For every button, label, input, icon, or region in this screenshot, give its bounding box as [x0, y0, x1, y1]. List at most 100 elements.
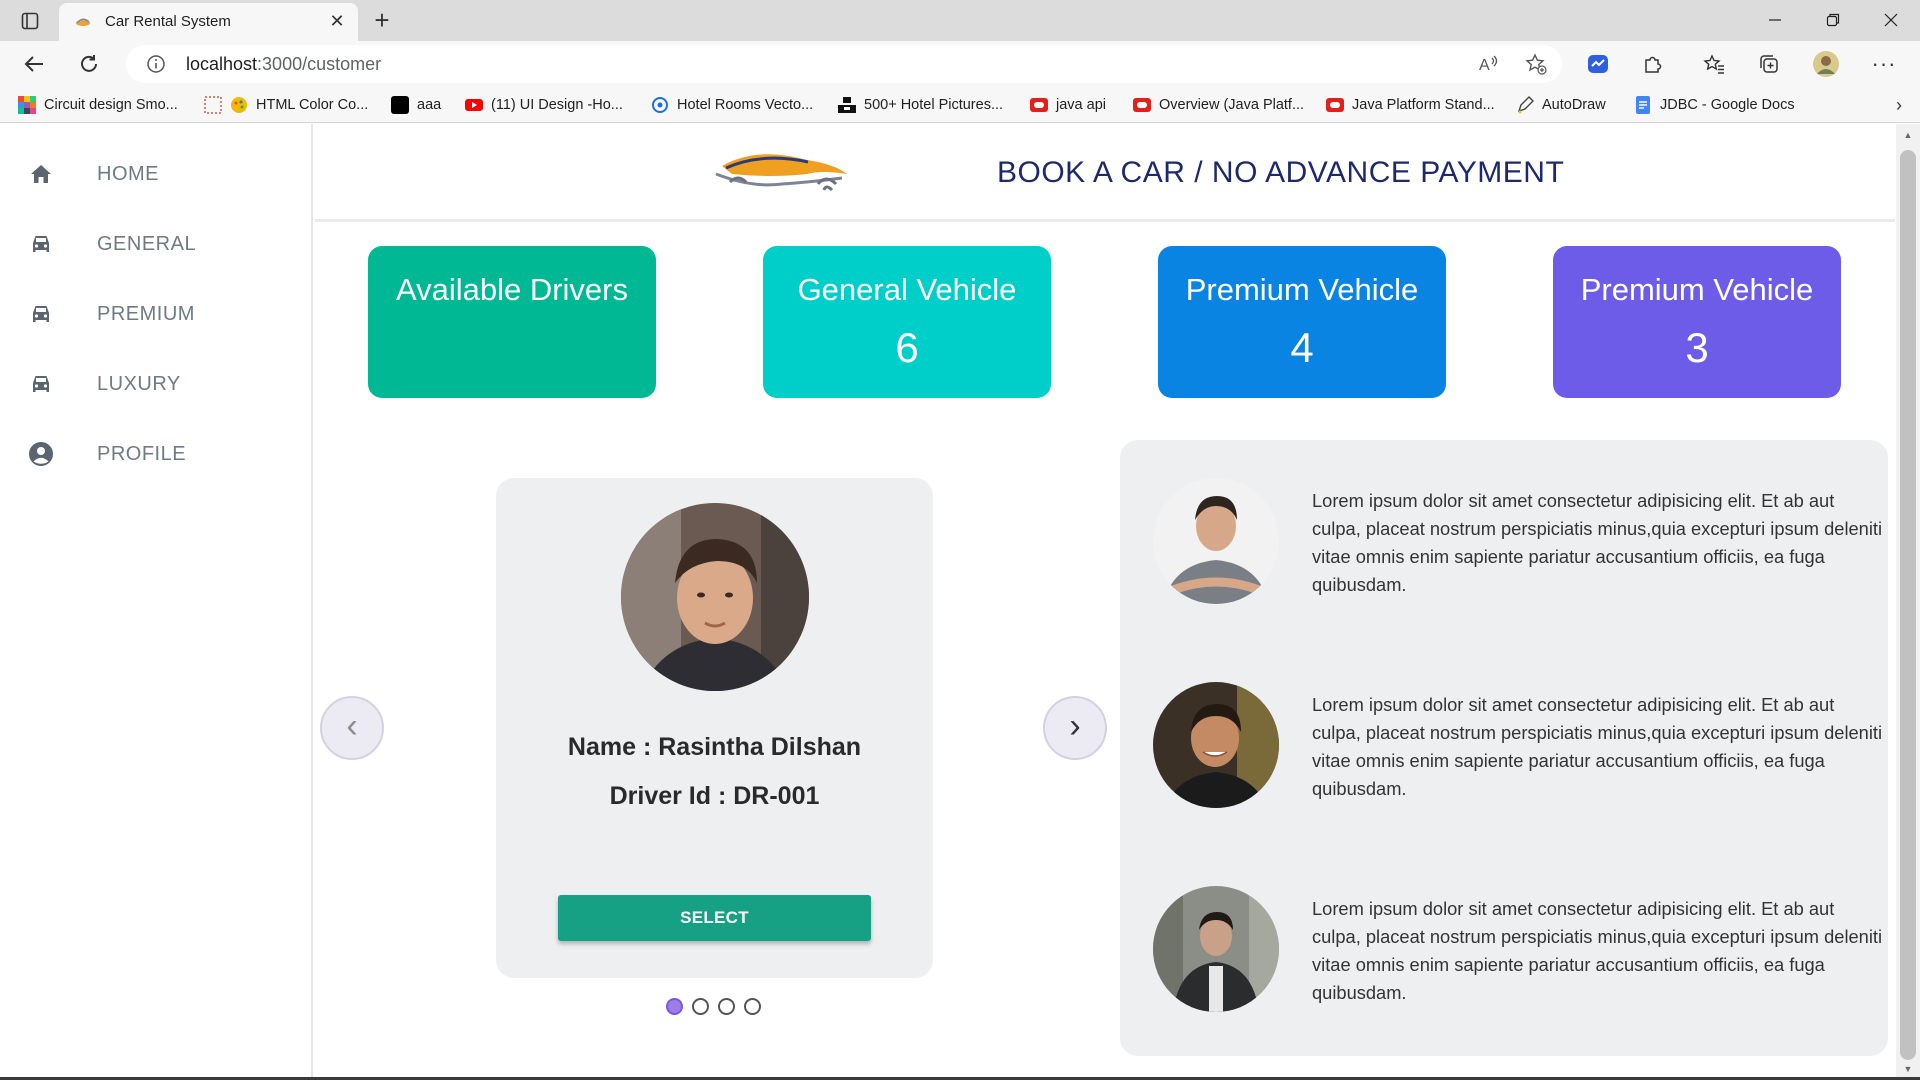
bookmark-item[interactable]: Hotel Rooms Vecto...	[651, 94, 813, 116]
url-text[interactable]: localhost:3000/customer	[186, 54, 381, 75]
collections-button[interactable]	[1753, 48, 1785, 80]
stat-title: Premium Vehicle	[1185, 272, 1419, 307]
scrollbar-thumb[interactable]	[1900, 150, 1916, 1060]
address-bar[interactable]: localhost:3000/customer A	[126, 45, 1562, 83]
bookmark-label: JDBC - Google Docs	[1660, 97, 1795, 113]
svg-text:A: A	[1479, 57, 1490, 74]
stat-card-available-drivers: Available Drivers	[368, 246, 656, 398]
stat-title: General Vehicle	[797, 272, 1017, 307]
add-favorite-icon[interactable]	[1524, 52, 1548, 76]
bookmark-item[interactable]: Circuit design Smo...	[18, 94, 178, 116]
sidebar-item-label: LUXURY	[97, 372, 181, 395]
sidebar-item-home[interactable]: HOME	[0, 144, 312, 204]
new-tab-button[interactable]: +	[368, 5, 396, 35]
palette-icon	[231, 97, 247, 113]
oracle-icon	[1326, 98, 1344, 112]
testimonial-item: Lorem ipsum dolor sit amet consectetur a…	[1153, 682, 1882, 812]
close-window-button[interactable]	[1862, 0, 1920, 40]
driver-name: Name : Rasintha Dilshan	[567, 733, 862, 761]
car-icon	[33, 306, 49, 322]
browser-tab-active[interactable]: Car Rental System ✕	[59, 3, 358, 41]
page-header: BOOK A CAR / NO ADVANCE PAYMENT	[315, 124, 1895, 222]
oracle-icon	[1030, 98, 1048, 112]
profile-avatar-button[interactable]	[1810, 48, 1842, 80]
bookmark-item[interactable]: 500+ Hotel Pictures...	[838, 94, 1003, 116]
tab-close-icon[interactable]: ✕	[326, 10, 348, 32]
stat-card-premium-vehicle-2: Premium Vehicle 3	[1553, 246, 1841, 398]
more-menu-button[interactable]: ···	[1868, 48, 1900, 80]
bookmarks-bar: Circuit design Smo... HTML Color Co... a…	[0, 87, 1920, 123]
stat-title: Premium Vehicle	[1580, 272, 1814, 307]
carousel-next-button[interactable]: ›	[1043, 696, 1107, 760]
bookmark-item[interactable]: aaa	[391, 94, 441, 116]
car-favicon-icon	[76, 18, 90, 26]
car-logo-icon	[715, 154, 847, 192]
favorites-icon	[1703, 54, 1724, 74]
tab-actions-icon	[21, 12, 39, 30]
unsplash-icon	[838, 97, 856, 113]
browser-tab-strip: Car Rental System ✕ +	[0, 0, 1920, 41]
sidebar-item-general[interactable]: GENERAL	[0, 214, 312, 274]
sidebar-item-premium[interactable]: PREMIUM	[0, 284, 312, 344]
bookmark-label: Circuit design Smo...	[44, 97, 178, 113]
tab-actions-button[interactable]	[14, 8, 46, 34]
page-scrollbar[interactable]: ▲ ▼	[1896, 124, 1920, 1080]
sidebar-item-label: PREMIUM	[97, 302, 195, 325]
minimize-button[interactable]	[1746, 0, 1804, 40]
bookmark-label: Hotel Rooms Vecto...	[677, 97, 814, 113]
bookmarks-overflow-chevron-icon[interactable]: ›	[1896, 95, 1902, 116]
select-driver-button[interactable]: SELECT	[558, 895, 871, 941]
testimonial-avatar	[1153, 886, 1279, 1012]
bookmark-item[interactable]: Java Platform Stand...	[1326, 94, 1495, 116]
reload-button[interactable]	[73, 48, 105, 80]
testimonial-text: Lorem ipsum dolor sit amet consectetur a…	[1312, 490, 1883, 595]
scroll-up-arrow-icon[interactable]: ▲	[1902, 130, 1914, 140]
bookmark-item[interactable]: (11) UI Design -Ho...	[465, 94, 623, 116]
bookmark-label: (11) UI Design -Ho...	[491, 97, 623, 113]
read-aloud-icon[interactable]: A	[1478, 52, 1502, 76]
bookmark-item[interactable]: AutoDraw	[1516, 94, 1606, 116]
carousel-dot[interactable]	[666, 998, 683, 1015]
chevron-right-icon: ›	[1069, 706, 1081, 745]
oracle-icon	[1133, 98, 1151, 112]
testimonial-avatar	[1153, 682, 1279, 808]
extensions-button[interactable]	[1637, 48, 1669, 80]
puzzle-icon	[1645, 56, 1662, 73]
stat-value: 4	[1290, 324, 1314, 371]
restore-button[interactable]	[1804, 0, 1862, 40]
tab-title: Car Rental System	[105, 13, 231, 30]
carousel-dots	[666, 998, 761, 1015]
carousel-dot[interactable]	[744, 998, 761, 1015]
restore-icon	[1826, 13, 1840, 27]
bookmark-label: HTML Color Co...	[256, 97, 369, 113]
site-info-icon[interactable]	[146, 54, 166, 74]
back-button[interactable]	[18, 48, 50, 80]
car-icon	[33, 236, 49, 252]
sidebar-item-label: PROFILE	[97, 442, 187, 465]
carousel-prev-button[interactable]: ‹	[320, 696, 384, 760]
sidebar-item-profile[interactable]: PROFILE	[0, 424, 312, 484]
bookmark-label: Overview (Java Platf...	[1159, 97, 1305, 113]
testimonial-item: Lorem ipsum dolor sit amet consectetur a…	[1153, 886, 1882, 1016]
home-icon	[31, 165, 51, 183]
carousel-dot[interactable]	[692, 998, 709, 1015]
driver-card: Name : Rasintha Dilshan Driver Id : DR-0…	[496, 478, 933, 978]
extension-button[interactable]	[1582, 48, 1614, 80]
bookmark-label: java api	[1056, 97, 1106, 113]
bookmark-item[interactable]: Overview (Java Platf...	[1133, 94, 1304, 116]
sidebar-item-label: HOME	[97, 162, 159, 185]
stat-value: 3	[1685, 324, 1709, 371]
stat-title: Available Drivers	[395, 272, 628, 307]
bookmark-item[interactable]: java api	[1030, 94, 1106, 116]
bookmark-item[interactable]: JDBC - Google Docs	[1634, 94, 1795, 116]
more-dots-icon: ···	[1871, 51, 1897, 76]
bookmark-item[interactable]: HTML Color Co...	[204, 94, 368, 116]
testimonials-panel: Lorem ipsum dolor sit amet consectetur a…	[1120, 440, 1888, 1056]
carousel-dot[interactable]	[718, 998, 735, 1015]
stat-card-general-vehicle: General Vehicle 6	[763, 246, 1051, 398]
sidebar: HOME GENERAL PREMIUM LUXURY PROFILE	[0, 124, 313, 1080]
pencil-icon	[1517, 96, 1534, 114]
scroll-down-arrow-icon[interactable]: ▼	[1902, 1064, 1914, 1074]
favorites-button[interactable]	[1698, 48, 1730, 80]
sidebar-item-luxury[interactable]: LUXURY	[0, 354, 312, 414]
